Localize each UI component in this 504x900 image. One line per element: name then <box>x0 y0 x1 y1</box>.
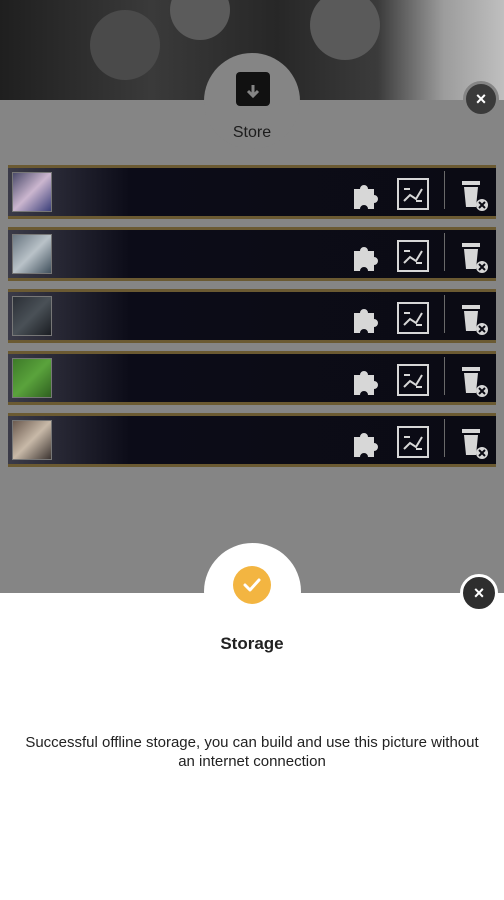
store-title: Store <box>232 124 272 141</box>
puzzle-icon[interactable] <box>348 427 382 461</box>
puzzle-icon[interactable] <box>348 241 382 275</box>
divider <box>444 295 445 333</box>
delete-icon[interactable] <box>456 363 490 399</box>
archive-download-icon <box>236 72 270 106</box>
divider <box>444 357 445 395</box>
thumbnail-image <box>12 420 52 460</box>
thumbnail-image <box>12 234 52 274</box>
close-store-button[interactable]: × <box>463 81 499 117</box>
close-icon: × <box>475 89 487 109</box>
shuffle-pieces-icon[interactable] <box>396 425 430 459</box>
delete-icon[interactable] <box>456 301 490 337</box>
thumbnail-image <box>12 358 52 398</box>
shuffle-pieces-icon[interactable] <box>396 301 430 335</box>
delete-icon[interactable] <box>456 425 490 461</box>
store-item[interactable] <box>8 227 496 281</box>
divider <box>444 233 445 271</box>
check-circle-icon <box>233 566 271 604</box>
store-item[interactable] <box>8 165 496 219</box>
dialog-title: Storage <box>220 634 284 653</box>
shuffle-pieces-icon[interactable] <box>396 239 430 273</box>
dialog-message: Successful offline storage, you can buil… <box>25 734 479 770</box>
puzzle-icon[interactable] <box>348 303 382 337</box>
thumbnail-image <box>12 172 52 212</box>
store-item[interactable] <box>8 289 496 343</box>
divider <box>444 171 445 209</box>
store-item[interactable] <box>8 413 496 467</box>
close-dialog-button[interactable]: × <box>460 574 498 612</box>
delete-icon[interactable] <box>456 239 490 275</box>
divider <box>444 419 445 457</box>
store-list <box>8 165 496 475</box>
store-item[interactable] <box>8 351 496 405</box>
delete-icon[interactable] <box>456 177 490 213</box>
puzzle-icon[interactable] <box>348 365 382 399</box>
puzzle-icon[interactable] <box>348 179 382 213</box>
thumbnail-image <box>12 296 52 336</box>
close-icon: × <box>473 583 485 603</box>
shuffle-pieces-icon[interactable] <box>396 177 430 211</box>
shuffle-pieces-icon[interactable] <box>396 363 430 397</box>
